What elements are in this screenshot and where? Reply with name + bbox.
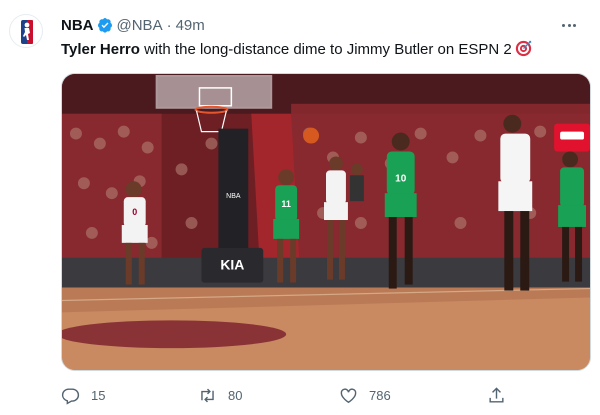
action-bar: 15 80 786: [61, 384, 531, 406]
jersey-number-11: 11: [281, 199, 290, 209]
share-button[interactable]: [487, 384, 506, 406]
retweet-button[interactable]: 80: [198, 384, 242, 406]
tweet-card[interactable]: NBA @NBA · 49m Tyler Herro with the long…: [0, 0, 600, 415]
nba-logo-icon: [21, 20, 33, 44]
reply-button[interactable]: 15: [61, 384, 105, 406]
timestamp[interactable]: 49m: [176, 17, 205, 34]
separator-dot: ·: [166, 16, 172, 34]
jersey-number-10: 10: [395, 173, 407, 184]
handle[interactable]: @NBA: [117, 17, 163, 34]
direct-hit-target-emoji: [515, 40, 531, 57]
reply-icon: [61, 387, 80, 405]
tweet-text-player-name: Tyler Herro: [61, 41, 140, 58]
like-count: 786: [369, 387, 391, 403]
stanchion-nba-logo: NBA: [226, 193, 241, 200]
share-icon: [489, 386, 504, 403]
tweet-header: NBA @NBA · 49m: [61, 15, 580, 35]
reply-count: 15: [91, 387, 106, 403]
video-media[interactable]: KIA NBA 0 11 10: [61, 73, 591, 371]
like-icon: [340, 387, 357, 403]
tweet-text-body: with the long-distance dime to Jimmy But…: [139, 41, 512, 58]
basketball-game-frame: KIA NBA 0 11 10: [62, 74, 590, 370]
verified-badge-icon: [97, 18, 112, 33]
sponsor-logo: KIA: [220, 257, 244, 273]
retweet-icon: [201, 388, 214, 402]
tweet-text: Tyler Herro with the long-distance dime …: [61, 40, 580, 60]
avatar[interactable]: [9, 14, 43, 48]
jersey-number-0: 0: [132, 207, 137, 217]
like-button[interactable]: 786: [339, 384, 391, 406]
more-options-icon[interactable]: [558, 15, 580, 35]
display-name[interactable]: NBA: [61, 17, 94, 34]
retweet-count: 80: [228, 387, 243, 403]
